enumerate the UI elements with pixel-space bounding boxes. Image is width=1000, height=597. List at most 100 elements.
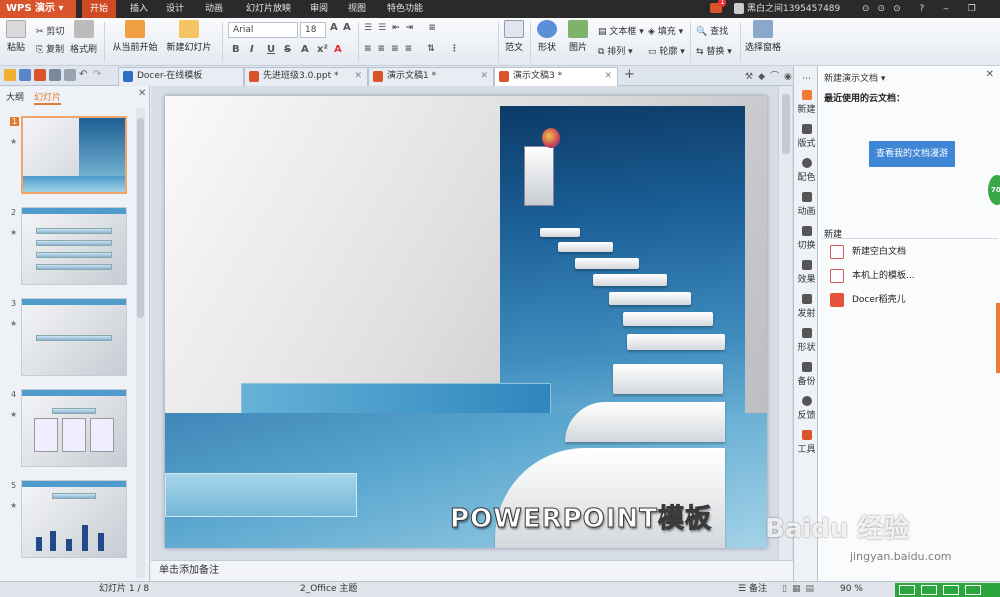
close-icon[interactable]: ✕	[480, 68, 488, 85]
paste-button[interactable]: 粘贴	[5, 20, 27, 53]
superscript-icon[interactable]: x²	[317, 44, 328, 55]
avatar[interactable]	[734, 3, 744, 14]
export-pdf-icon[interactable]	[34, 69, 46, 81]
arrange-button[interactable]: ⧉ 排列 ▾	[598, 44, 633, 57]
sidebar-item-new[interactable]: 新建	[794, 90, 819, 115]
menu-home[interactable]: 开始	[82, 0, 117, 18]
wps-app-menu[interactable]: WPS 演示 ▾	[0, 0, 76, 18]
notes-pane[interactable]: 单击添加备注	[151, 560, 793, 581]
docer-item[interactable]: Docer稻壳儿	[830, 292, 906, 307]
view-icon[interactable]	[943, 585, 959, 595]
fill-button[interactable]: ◈ 填充 ▾	[648, 24, 683, 37]
sidebar-item-color[interactable]: 配色	[794, 158, 819, 183]
pane-resize-handle[interactable]	[996, 303, 1000, 373]
sidebar-item-feedback[interactable]: 反馈	[794, 396, 819, 421]
new-tab-icon[interactable]: +	[624, 67, 635, 82]
fanwen-button[interactable]: 范文	[503, 20, 525, 53]
menu-animation[interactable]: 动画	[205, 0, 223, 18]
italic-icon[interactable]: I	[250, 44, 254, 55]
menu-design[interactable]: 设计	[166, 0, 184, 18]
slide-thumbnail-2[interactable]	[21, 207, 127, 285]
view-mode-icons[interactable]: ▯▦▤	[782, 582, 819, 597]
picture-button[interactable]: 图片	[566, 20, 590, 53]
menu-special[interactable]: 特色功能	[387, 0, 423, 18]
menu-slideshow[interactable]: 幻灯片放映	[246, 0, 291, 18]
format-painter-button[interactable]: 格式刷	[70, 42, 97, 55]
font-color-icon[interactable]: A	[334, 44, 342, 55]
undo-icon[interactable]: ↶	[79, 69, 91, 81]
tab-outline[interactable]: 大纲	[6, 90, 24, 103]
preview-icon[interactable]	[64, 69, 76, 81]
menu-insert[interactable]: 插入	[130, 0, 148, 18]
zoom-level[interactable]: 90 %	[840, 582, 863, 597]
font-shrink-icon[interactable]: A	[343, 22, 351, 33]
slide-title[interactable]: POWERPOINT模板	[450, 498, 712, 535]
close-icon[interactable]: ✕	[354, 68, 362, 85]
editor-scrollbar[interactable]	[778, 86, 792, 560]
menu-review[interactable]: 审阅	[310, 0, 328, 18]
tab-presentation3[interactable]: 演示文稿3 * ✕	[494, 67, 618, 86]
save-icon[interactable]	[19, 69, 31, 81]
sidebar-item-backup[interactable]: 备份	[794, 362, 819, 387]
sidebar-item-effect[interactable]: 效果	[794, 260, 819, 285]
tab-xianjin[interactable]: 先进班级3.0.ppt * ✕	[244, 67, 368, 86]
sidebar-item-send[interactable]: 发射	[794, 294, 819, 319]
bold-icon[interactable]: B	[232, 44, 240, 55]
slide-thumbnail-1[interactable]	[21, 116, 127, 194]
replace-button[interactable]: ⇆ 替换 ▾	[696, 44, 732, 57]
close-icon[interactable]: ✕	[986, 69, 994, 80]
sidebar-toggle-icon[interactable]: ⋯	[794, 74, 819, 84]
user-name[interactable]: 黑白之间1395457489	[747, 0, 840, 18]
cut-button[interactable]: ✂ 剪切	[36, 24, 64, 37]
select-pane-button[interactable]: 选择窗格	[745, 20, 781, 53]
font-grow-icon[interactable]: A	[330, 22, 338, 33]
local-template-item[interactable]: 本机上的模板...	[830, 268, 915, 283]
slide-thumbnail-4[interactable]	[21, 389, 127, 467]
scrollbar-thumb[interactable]	[782, 94, 790, 154]
floating-badge[interactable]: 70	[988, 175, 1000, 205]
close-icon[interactable]: ✕	[604, 68, 612, 85]
notes-toggle[interactable]: ☰ 备注	[738, 582, 767, 597]
font-name-combo[interactable]: Arial	[228, 22, 298, 38]
view-icon[interactable]	[899, 585, 915, 595]
view-cloud-docs-button[interactable]: 查看我的文档漫游	[869, 141, 955, 167]
sidebar-item-layout[interactable]: 版式	[794, 124, 819, 149]
tab-docer-templates[interactable]: Docer-在线模板	[118, 67, 244, 86]
list-indent-icons[interactable]: ☰☰⇤⇥ ≡	[364, 23, 442, 33]
print-icon[interactable]	[49, 69, 61, 81]
slide-canvas[interactable]: POWERPOINT模板	[165, 96, 767, 548]
sidebar-item-tools[interactable]: 工具	[794, 430, 819, 455]
tab-slides[interactable]: 幻灯片	[34, 90, 62, 105]
find-button[interactable]: 🔍 查找	[696, 24, 728, 37]
strikethrough-icon[interactable]: S	[284, 44, 291, 55]
slide-thumbnail-5[interactable]	[21, 480, 127, 558]
copy-button[interactable]: ⎘ 复制	[36, 42, 64, 55]
redo-icon[interactable]: ↷	[93, 69, 105, 81]
sidebar-item-animation[interactable]: 动画	[794, 192, 819, 217]
text-shadow-icon[interactable]: A	[301, 44, 309, 55]
close-icon[interactable]: ✕	[138, 88, 146, 99]
view-icon[interactable]	[965, 585, 981, 595]
task-pane-title[interactable]: 新建演示文档 ▾	[824, 71, 885, 84]
paragraph-align-icons[interactable]: ≡≡≡≡ ⇅ ⋮	[364, 44, 465, 54]
outline-button[interactable]: ▭ 轮廓 ▾	[648, 44, 685, 57]
view-icon[interactable]	[921, 585, 937, 595]
tab-presentation1[interactable]: 演示文稿1 * ✕	[368, 67, 494, 86]
sidebar-item-shape[interactable]: 形状	[794, 328, 819, 353]
new-slide-button[interactable]: 新建幻灯片	[165, 20, 213, 53]
font-size-combo[interactable]: 18	[300, 22, 326, 38]
from-current-button[interactable]: 从当前开始	[110, 20, 160, 53]
underline-icon[interactable]: U	[267, 44, 275, 55]
shape-button[interactable]: 形状	[535, 20, 559, 53]
tab-tool-icons[interactable]: ⚒◆⌒◉	[745, 69, 797, 82]
new-blank-doc-item[interactable]: 新建空白文档	[830, 244, 906, 259]
menu-view[interactable]: 视图	[348, 0, 366, 18]
textbox-button[interactable]: ▤ 文本框 ▾	[598, 24, 644, 37]
format-painter-icon-btn[interactable]	[74, 20, 94, 40]
open-icon[interactable]	[4, 69, 16, 81]
slide-thumbnail-3[interactable]	[21, 298, 127, 376]
slides-scrollbar[interactable]	[136, 108, 145, 578]
scrollbar-thumb[interactable]	[137, 118, 144, 318]
link-icon	[801, 294, 812, 304]
sidebar-item-transition[interactable]: 切换	[794, 226, 819, 251]
